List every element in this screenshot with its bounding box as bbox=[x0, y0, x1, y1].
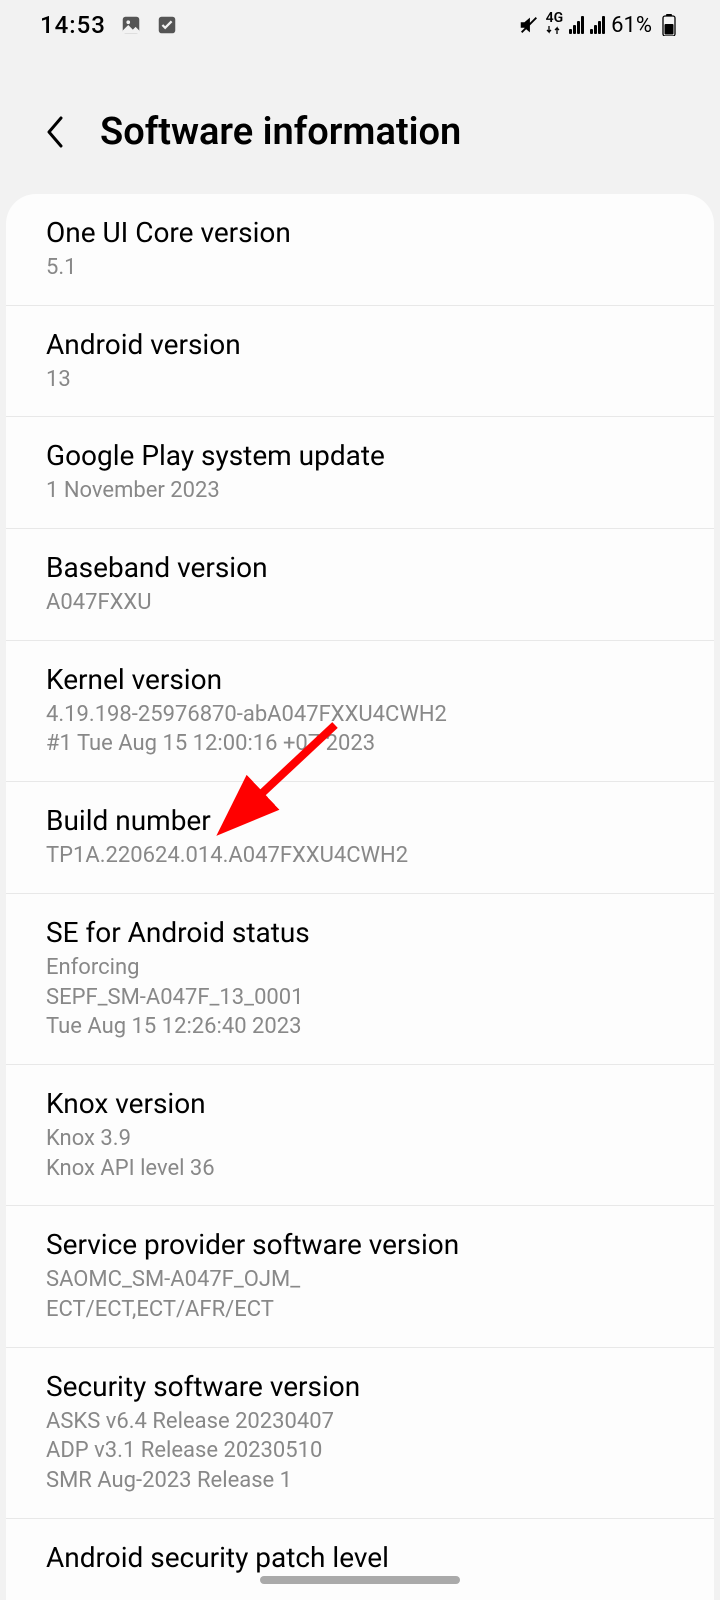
status-left: 14:53 bbox=[40, 11, 178, 39]
item-subtitle: 1 November 2023 bbox=[46, 476, 674, 506]
chevron-left-icon bbox=[43, 114, 67, 150]
list-item-se-android[interactable]: SE for Android status Enforcing SEPF_SM-… bbox=[6, 894, 714, 1065]
page-title: Software information bbox=[100, 110, 461, 154]
mute-icon bbox=[518, 14, 540, 36]
list-item-security-patch[interactable]: Android security patch level bbox=[6, 1519, 714, 1600]
battery-icon bbox=[658, 14, 680, 36]
item-title: Android security patch level bbox=[46, 1541, 674, 1574]
status-time: 14:53 bbox=[40, 11, 106, 39]
navigation-handle[interactable] bbox=[260, 1576, 460, 1584]
list-item-one-ui[interactable]: One UI Core version 5.1 bbox=[6, 194, 714, 306]
signal-icon-2 bbox=[590, 16, 605, 34]
item-subtitle: TP1A.220624.014.A047FXXU4CWH2 bbox=[46, 841, 674, 871]
list-item-google-play-update[interactable]: Google Play system update 1 November 202… bbox=[6, 417, 714, 529]
item-title: Knox version bbox=[46, 1087, 674, 1120]
list-item-security-software[interactable]: Security software version ASKS v6.4 Rele… bbox=[6, 1348, 714, 1519]
item-subtitle: Knox 3.9 Knox API level 36 bbox=[46, 1124, 674, 1183]
status-bar: 14:53 4G 61% bbox=[0, 0, 720, 50]
item-subtitle: 13 bbox=[46, 365, 674, 395]
item-title: Baseband version bbox=[46, 551, 674, 584]
item-subtitle: SAOMC_SM-A047F_OJM_ ECT/ECT,ECT/AFR/ECT bbox=[46, 1265, 674, 1324]
signal-icon bbox=[569, 16, 584, 34]
item-title: Build number bbox=[46, 804, 674, 837]
item-title: Android version bbox=[46, 328, 674, 361]
settings-list: One UI Core version 5.1 Android version … bbox=[6, 194, 714, 1600]
item-title: Google Play system update bbox=[46, 439, 674, 472]
status-right: 4G 61% bbox=[518, 12, 680, 37]
item-title: Service provider software version bbox=[46, 1228, 674, 1261]
list-item-service-provider[interactable]: Service provider software version SAOMC_… bbox=[6, 1206, 714, 1347]
item-subtitle: 4.19.198-25976870-abA047FXXU4CWH2 #1 Tue… bbox=[46, 700, 674, 759]
list-item-baseband[interactable]: Baseband version A047FXXU bbox=[6, 529, 714, 641]
battery-percentage: 61% bbox=[611, 13, 652, 38]
list-item-kernel[interactable]: Kernel version 4.19.198-25976870-abA047F… bbox=[6, 641, 714, 782]
checkbox-icon bbox=[156, 14, 178, 36]
item-title: SE for Android status bbox=[46, 916, 674, 949]
item-title: Security software version bbox=[46, 1370, 674, 1403]
list-item-build-number[interactable]: Build number TP1A.220624.014.A047FXXU4CW… bbox=[6, 782, 714, 894]
item-title: One UI Core version bbox=[46, 216, 674, 249]
back-button[interactable] bbox=[40, 117, 70, 147]
item-subtitle: Enforcing SEPF_SM-A047F_13_0001 Tue Aug … bbox=[46, 953, 674, 1042]
item-subtitle: A047FXXU bbox=[46, 588, 674, 618]
list-item-android-version[interactable]: Android version 13 bbox=[6, 306, 714, 418]
network-type-label: 4G bbox=[546, 12, 564, 37]
item-subtitle: ASKS v6.4 Release 20230407 ADP v3.1 Rele… bbox=[46, 1407, 674, 1496]
list-item-knox[interactable]: Knox version Knox 3.9 Knox API level 36 bbox=[6, 1065, 714, 1206]
item-subtitle: 5.1 bbox=[46, 253, 674, 283]
image-icon bbox=[120, 14, 142, 36]
page-header: Software information bbox=[0, 50, 720, 194]
item-title: Kernel version bbox=[46, 663, 674, 696]
